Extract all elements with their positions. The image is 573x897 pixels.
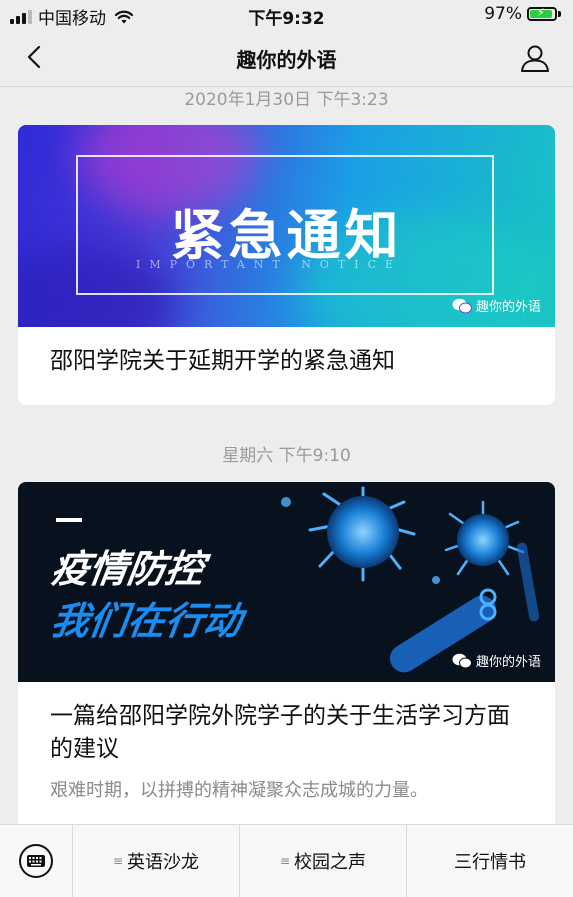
battery-tip xyxy=(558,11,561,17)
article-card[interactable]: 紧急通知 IMPORTANT NOTICE 趣你的外语 邵阳学院关于延期开学的紧… xyxy=(18,125,555,405)
keyboard-icon xyxy=(19,844,53,878)
banner-headline: 疫情防控 xyxy=(48,547,207,591)
article-title[interactable]: 邵阳学院关于延期开学的紧急通知 xyxy=(18,327,555,378)
bottom-menu-bar: ≡ 英语沙龙 ≡ 校园之声 三行情书 xyxy=(0,824,573,897)
page-title: 趣你的外语 xyxy=(236,48,337,72)
message-timestamp: 星期六 下午9:10 xyxy=(222,446,351,466)
status-right: 97% ⚡ xyxy=(484,4,561,24)
nav-bar: 趣你的外语 xyxy=(0,30,573,87)
wechat-icon xyxy=(452,653,472,668)
banner-subtitle: IMPORTANT NOTICE xyxy=(136,258,403,271)
article-title[interactable]: 一篇给邵阳学院外院学子的关于生活学习方面的建议 xyxy=(18,682,555,766)
menu-item-english-salon[interactable]: ≡ 英语沙龙 xyxy=(73,825,240,897)
watermark-text: 趣你的外语 xyxy=(475,300,541,315)
wechat-icon xyxy=(452,298,472,313)
menu-item-label: 英语沙龙 xyxy=(127,852,200,873)
submenu-icon: ≡ xyxy=(112,854,124,868)
menu-item-label: 三行情书 xyxy=(454,852,526,873)
person-icon[interactable] xyxy=(519,42,551,74)
article-cover-image: 紧急通知 IMPORTANT NOTICE 趣你的外语 xyxy=(18,125,555,327)
banner-subheadline: 我们在行动 xyxy=(48,599,245,643)
watermark-text: 趣你的外语 xyxy=(475,655,541,670)
menu-item-three-line-letter[interactable]: 三行情书 xyxy=(407,825,573,897)
article-cover-image: 疫情防控 我们在行动 趣你的外语 xyxy=(18,482,555,682)
watermark: 趣你的外语 xyxy=(452,651,541,670)
watermark: 趣你的外语 xyxy=(452,296,541,315)
menu-item-campus-voice[interactable]: ≡ 校园之声 xyxy=(240,825,407,897)
submenu-icon: ≡ xyxy=(279,854,291,868)
keyboard-toggle-button[interactable] xyxy=(0,825,73,897)
battery-icon: ⚡ xyxy=(527,6,557,21)
article-description: 艰难时期，以拼搏的精神凝聚众志成城的力量。 xyxy=(50,780,428,801)
article-card[interactable]: 疫情防控 我们在行动 趣你的外语 一篇给邵阳学院外院学子的关于生活学习方面的建议… xyxy=(18,482,555,842)
battery-percent: 97% xyxy=(484,4,522,24)
banner-dash xyxy=(56,518,82,522)
status-bar: 中国移动 下午9:32 97% ⚡ xyxy=(0,0,573,30)
menu-item-label: 校园之声 xyxy=(294,852,367,873)
message-timestamp: 2020年1月30日 下午3:23 xyxy=(184,90,389,110)
